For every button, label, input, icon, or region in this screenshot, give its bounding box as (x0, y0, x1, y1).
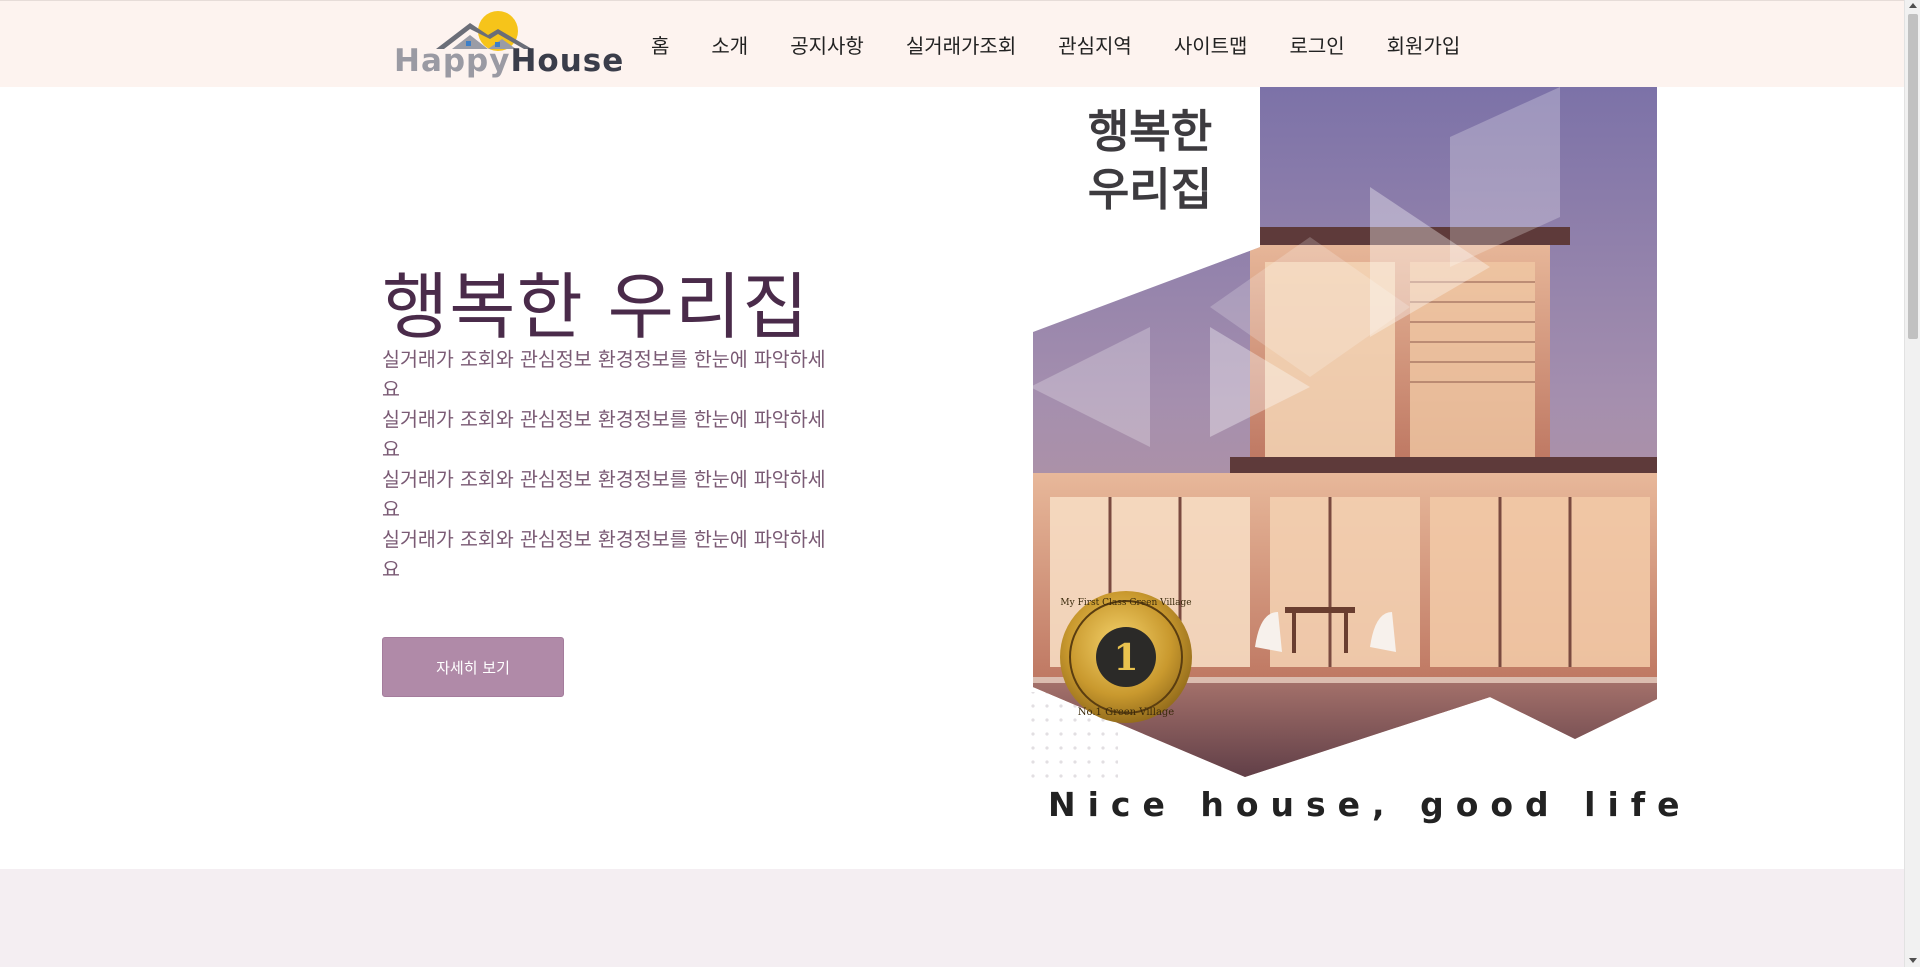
logo-text-house: House (510, 43, 625, 79)
happyhouse-logo[interactable]: HappyHouse (392, 9, 623, 79)
hero-description: 실거래가 조회와 관심정보 환경정보를 한눈에 파악하세요 실거래가 조회와 관… (382, 345, 837, 585)
hero-description-line: 실거래가 조회와 관심정보 환경정보를 한눈에 파악하세요 (382, 528, 826, 581)
nav-price-search[interactable]: 실거래가조회 (885, 30, 1037, 59)
hero-description-line: 실거래가 조회와 관심정보 환경정보를 한눈에 파악하세요 (382, 408, 826, 461)
nav-sitemap[interactable]: 사이트맵 (1153, 30, 1269, 59)
nav-notice[interactable]: 공지사항 (769, 30, 885, 59)
nav-interest-area[interactable]: 관심지역 (1037, 30, 1153, 59)
hero-image: 행복한 우리집 1 My First Class Green Village N… (838, 87, 1670, 832)
hero-description-line: 실거래가 조회와 관심정보 환경정보를 한눈에 파악하세요 (382, 468, 826, 521)
nav-home[interactable]: 홈 (630, 30, 690, 59)
page-scrollbar[interactable] (1904, 0, 1920, 967)
badge-bottom-text: No.1 Green Village (1078, 707, 1175, 718)
nav-signup[interactable]: 회원가입 (1366, 30, 1482, 59)
nav-about[interactable]: 소개 (690, 30, 769, 59)
badge-top-text: My First Class Green Village (1060, 598, 1191, 608)
house-illustration: 행복한 우리집 1 My First Class Green Village N… (838, 87, 1657, 832)
hero-description-line: 실거래가 조회와 관심정보 환경정보를 한눈에 파악하세요 (382, 348, 826, 401)
scroll-up-arrow-icon[interactable] (1909, 3, 1917, 8)
nav-login[interactable]: 로그인 (1268, 30, 1365, 59)
tagline: Nice house, good life (1048, 785, 1692, 824)
scroll-down-arrow-icon[interactable] (1909, 958, 1917, 963)
overlay-title-line1: 행복한 (1088, 105, 1212, 158)
main-nav: 홈 소개 공지사항 실거래가조회 관심지역 사이트맵 로그인 회원가입 (630, 1, 1481, 88)
page: HappyHouse 홈 소개 공지사항 실거래가조회 관심지역 사이트맵 로그… (0, 0, 1920, 967)
detail-button[interactable]: 자세히 보기 (382, 637, 564, 697)
hero-title: 행복한 우리집 (382, 265, 810, 349)
next-section (0, 869, 1904, 967)
overlay-title-line2: 우리집 (1088, 163, 1212, 216)
badge-number: 1 (1113, 637, 1138, 679)
green-village-badge-icon: 1 My First Class Green Village No.1 Gree… (1060, 591, 1192, 723)
scroll-thumb[interactable] (1908, 14, 1918, 339)
logo-text: HappyHouse (394, 43, 624, 79)
logo-text-happy: Happy (394, 43, 511, 79)
site-header: HappyHouse 홈 소개 공지사항 실거래가조회 관심지역 사이트맵 로그… (0, 0, 1904, 87)
